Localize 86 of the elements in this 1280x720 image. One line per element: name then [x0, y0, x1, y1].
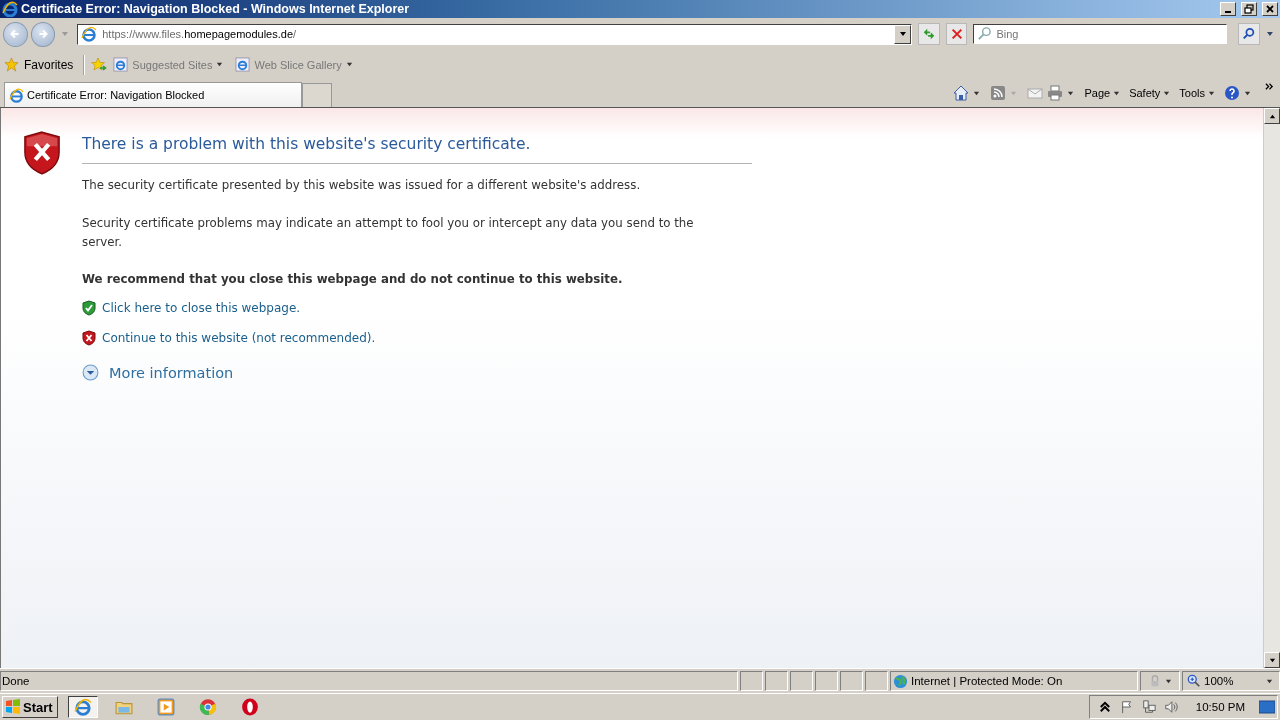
search-icon — [1242, 27, 1257, 41]
browser-tab[interactable]: Certificate Error: Navigation Blocked — [4, 82, 302, 107]
refresh-icon — [921, 27, 936, 41]
start-button[interactable]: Start — [2, 696, 58, 718]
feed-icon[interactable] — [990, 85, 1007, 101]
page-heading: There is a problem with this website's security certificate. — [82, 128, 752, 164]
status-pane — [740, 671, 763, 691]
print-icon[interactable] — [1047, 85, 1064, 101]
star-icon — [4, 57, 19, 72]
stop-icon — [949, 27, 964, 41]
chrome-icon[interactable] — [198, 698, 217, 716]
zoom-icon — [1187, 674, 1201, 688]
page-icon — [81, 26, 98, 42]
browser-icon — [9, 87, 24, 103]
network-icon[interactable] — [1141, 700, 1156, 714]
status-pane — [815, 671, 838, 691]
dropdown-button[interactable] — [894, 24, 911, 44]
caret-icon[interactable] — [1266, 30, 1274, 38]
expand-icon[interactable] — [82, 364, 99, 381]
status-pane — [865, 671, 888, 691]
close-button[interactable] — [1262, 2, 1278, 16]
chevron-icon[interactable] — [1265, 81, 1274, 91]
close-icon — [1265, 4, 1275, 14]
security-zone[interactable]: Internet | Protected Mode: On — [890, 671, 1138, 691]
search-field[interactable]: Bing — [973, 24, 1228, 44]
show-desktop-icon[interactable] — [1259, 699, 1275, 715]
page-icon — [113, 57, 129, 72]
search-button[interactable] — [1238, 23, 1261, 45]
caret-icon — [1266, 677, 1273, 685]
safe-shield-icon — [82, 300, 96, 316]
window-title: Certificate Error: Navigation Blocked - Windows Internet Explorer — [21, 2, 410, 16]
clock[interactable]: 10:50 PM — [1195, 701, 1245, 713]
up-arrow-icon[interactable] — [1268, 112, 1276, 120]
browser-icon — [73, 698, 92, 716]
action-link[interactable]: Click here to close this webpage. — [102, 301, 301, 315]
address-field[interactable]: https://www.files.homepagemodules.de/ — [77, 23, 912, 45]
search-icon — [977, 26, 993, 41]
menu-button[interactable]: Page — [1084, 87, 1126, 99]
globe-icon — [893, 673, 908, 689]
status-pane — [790, 671, 813, 691]
status-pane — [840, 671, 863, 691]
caret-icon — [1163, 89, 1171, 97]
stop-button[interactable] — [945, 23, 968, 45]
home-icon[interactable] — [953, 85, 970, 101]
favorites-button[interactable]: Favorites — [4, 57, 78, 72]
caret-icon[interactable] — [1244, 89, 1251, 97]
forward-button[interactable] — [30, 21, 56, 47]
error-shield-icon — [23, 130, 61, 176]
browser-taskbar-button[interactable] — [67, 696, 98, 718]
restore-icon — [1244, 4, 1254, 14]
caret-icon — [216, 61, 224, 68]
paragraph: Security certificate problems may indicate an attempt to fool you or intercept any data you send to the server. — [82, 215, 695, 251]
restore-button[interactable] — [1241, 2, 1257, 16]
back-button[interactable] — [3, 21, 28, 47]
minimize-icon — [1225, 11, 1231, 13]
status-text: Done — [0, 671, 738, 691]
page-icon — [235, 57, 251, 72]
protection-button[interactable] — [1140, 671, 1180, 691]
windows-logo-icon — [5, 699, 21, 715]
paragraph: The security certificate presented by this website was issued for a different website's address. — [82, 177, 642, 194]
caret-icon[interactable] — [973, 89, 981, 97]
browser-icon — [2, 1, 18, 17]
caret-icon — [1208, 89, 1215, 97]
menu-button[interactable]: Tools — [1179, 87, 1220, 99]
down-arrow-icon[interactable] — [1268, 656, 1276, 664]
caret-icon — [898, 30, 907, 38]
opera-icon[interactable] — [240, 698, 259, 716]
zoom-button[interactable]: 100% — [1182, 671, 1280, 691]
media-player-icon[interactable] — [156, 698, 175, 716]
action-link[interactable]: Continue to this website (not recommended). — [102, 331, 376, 345]
help-icon[interactable] — [1224, 85, 1240, 101]
recommendation-text: We recommend that you close this webpage and do not continue to this website. — [82, 272, 624, 286]
minimize-button[interactable] — [1220, 2, 1236, 16]
error-shield-icon — [82, 330, 96, 346]
status-pane — [765, 671, 788, 691]
caret-icon — [1165, 677, 1172, 685]
caret-icon — [345, 61, 353, 68]
refresh-button[interactable] — [918, 23, 940, 45]
speaker-icon[interactable] — [1163, 700, 1178, 714]
more-information-link[interactable]: More information — [109, 364, 234, 381]
show-hidden-icons-icon[interactable] — [1097, 700, 1112, 714]
scrollbar[interactable] — [1263, 108, 1280, 668]
menu-button[interactable]: Safety — [1129, 87, 1176, 99]
flag-icon[interactable] — [1119, 700, 1134, 714]
caret-icon — [1113, 89, 1121, 97]
caret-icon[interactable] — [1067, 89, 1075, 97]
